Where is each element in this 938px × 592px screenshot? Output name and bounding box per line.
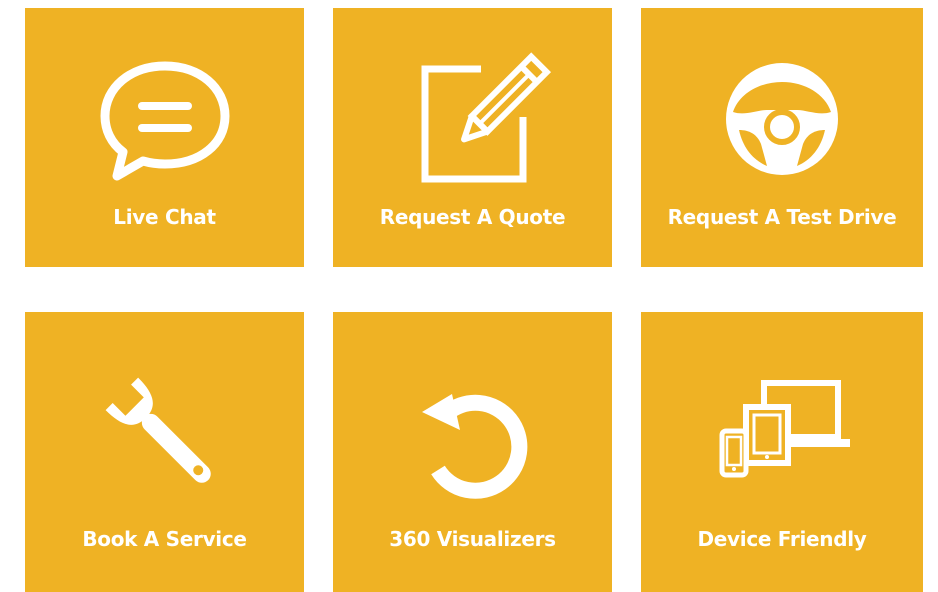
edit-document-icon — [333, 50, 612, 188]
steering-wheel-icon — [641, 50, 923, 188]
device-friendly-tile[interactable]: Device Friendly — [641, 312, 923, 592]
360-visualizers-tile[interactable]: 360 Visualizers — [333, 312, 612, 592]
chat-bubble-icon — [25, 50, 304, 188]
rotate-icon — [333, 362, 612, 512]
live-chat-label: Live Chat — [113, 205, 216, 229]
devices-icon — [641, 362, 923, 512]
feature-grid: Live Chat Request A Quote Request A Test… — [0, 0, 938, 592]
wrench-icon — [25, 362, 304, 512]
360-visualizers-label: 360 Visualizers — [389, 527, 556, 551]
request-quote-tile[interactable]: Request A Quote — [333, 8, 612, 267]
book-service-label: Book A Service — [82, 527, 247, 551]
request-test-drive-tile[interactable]: Request A Test Drive — [641, 8, 923, 267]
device-friendly-label: Device Friendly — [697, 527, 867, 551]
request-quote-label: Request A Quote — [379, 205, 566, 229]
live-chat-tile[interactable]: Live Chat — [25, 8, 304, 267]
request-test-drive-label: Request A Test Drive — [667, 205, 897, 229]
book-service-tile[interactable]: Book A Service — [25, 312, 304, 592]
